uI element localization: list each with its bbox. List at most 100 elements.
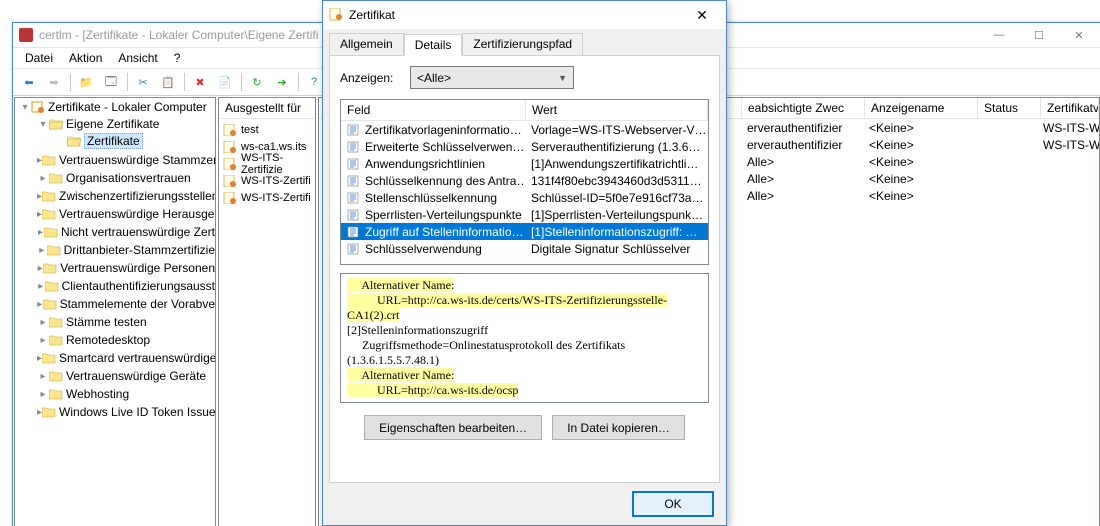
separator [70,73,71,91]
separator [127,73,128,91]
tree-item[interactable]: Remotedesktop [66,333,150,347]
issued-for-pane: Ausgestellt für test ws-ca1.ws.its WS-IT… [218,97,316,526]
tab-body: Anzeigen: <Alle> ▼ Feld Wert Zertifikatv… [329,55,720,483]
menu-file[interactable]: Datei [17,51,61,65]
field-row[interactable]: Zertifikatvorlageninformatio…Vorlage=WS-… [341,121,708,138]
col-template[interactable]: Zertifikatvorlag [1041,98,1099,118]
nav-fwd-button[interactable]: ➡ [42,70,66,94]
certificate-dialog: Zertifikat ✕ Allgemein Details Zertifizi… [322,0,727,526]
folder-icon [49,172,63,184]
tree-item[interactable]: Vertrauenswürdige Stammzer [59,153,216,167]
tree-certs-selected[interactable]: Zertifikate [84,133,143,149]
tab-general[interactable]: Allgemein [329,33,404,55]
export-button[interactable]: 📄 [213,70,237,94]
tree-item[interactable]: Organisationsvertrauen [66,171,191,185]
prop-icon [347,158,361,170]
menu-action[interactable]: Aktion [61,51,110,65]
tree-item[interactable]: Clientauthentifizierungsausst [62,279,215,293]
col-displayname[interactable]: Anzeigename [865,98,978,118]
tree-item[interactable]: Nicht vertrauenswürdige Zert [61,225,215,239]
tree-twisty[interactable]: ▾ [19,102,31,113]
tree-item[interactable]: Smartcard vertrauenswürdige [59,351,216,365]
col-field[interactable]: Feld [341,100,526,120]
list-item[interactable]: test [221,121,313,138]
col-value[interactable]: Wert [526,100,708,120]
tree-twisty[interactable]: ▸ [37,317,49,328]
field-row-selected[interactable]: Zugriff auf Stelleninformatio…[1]Stellen… [341,223,708,240]
list-item[interactable]: WS-ITS-Zertifizie [221,155,313,172]
prop-icon [347,209,361,221]
exportlist-button[interactable]: ➔ [270,70,294,94]
field-row[interactable]: Schlüsselkennung des Antra…131f4f80ebc39… [341,172,708,189]
dialog-close-button[interactable]: ✕ [684,3,720,27]
prop-icon [347,141,361,153]
tree-item[interactable]: Windows Live ID Token Issuer [59,405,216,419]
tree-item[interactable]: Vertrauenswürdige Herausgel [59,207,216,221]
tree-twisty[interactable]: ▸ [37,227,44,238]
cut-button[interactable]: ✂ [131,70,155,94]
delete-button[interactable]: ✖ [188,70,212,94]
field-detail-text[interactable]: Alternativer Name: URL=http://ca.ws-its.… [340,273,709,403]
app-icon [19,28,33,42]
col-purpose[interactable]: eabsichtigte Zwec [742,98,865,118]
menu-view[interactable]: Ansicht [110,51,165,65]
tree-twisty[interactable]: ▸ [37,389,49,400]
tree-pane: ▾ Zertifikate - Lokaler Computer ▾ Eigene … [14,97,216,526]
prop-icon [347,175,361,187]
combo-value: <Alle> [417,71,451,85]
field-row[interactable]: Erweiterte Schlüsselverwen…Serverauthent… [341,138,708,155]
dialog-title: Zertifikat [349,8,684,22]
tab-certpath[interactable]: Zertifizierungspfad [462,33,583,55]
tree-twisty[interactable]: ▸ [37,281,45,292]
refresh-button[interactable]: ↻ [245,70,269,94]
copy-button[interactable]: 📋 [156,70,180,94]
tree-own[interactable]: Eigene Zertifikate [66,117,159,131]
ok-button[interactable]: OK [632,491,714,517]
separator [298,73,299,91]
tree-twisty[interactable]: ▸ [37,371,49,382]
edit-properties-button[interactable]: Eigenschaften bearbeiten… [364,415,542,440]
tree-twisty[interactable]: ▸ [37,173,49,184]
tab-details[interactable]: Details [404,34,463,56]
tree-twisty[interactable]: ▸ [37,335,49,346]
field-row[interactable]: StellenschlüsselkennungSchlüssel-ID=5f0e… [341,189,708,206]
folder-icon [49,388,63,400]
tree-item[interactable]: Vertrauenswürdige Geräte [66,369,206,383]
folder-icon [42,190,56,202]
tree-item[interactable]: Stammelemente der Vorabve [60,297,215,311]
folder-icon [47,244,61,256]
field-row[interactable]: Anwendungsrichtlinien[1]Anwendungszertif… [341,155,708,172]
nav-back-button[interactable]: ⬅ [17,70,41,94]
col-status[interactable]: Status [978,98,1041,118]
copy-to-file-button[interactable]: In Datei kopieren… [552,415,685,440]
prop-icon [347,192,361,204]
tree-twisty[interactable]: ▸ [37,245,47,256]
list-item[interactable]: WS-ITS-Zertifi [221,189,313,206]
up-button[interactable]: 📁 [74,70,98,94]
tree-item[interactable]: Webhosting [66,387,129,401]
list-item[interactable]: WS-ITS-Zertifi [221,172,313,189]
folder-icon [49,334,63,346]
field-row[interactable]: SchlüsselverwendungDigitale Signatur Sch… [341,240,708,257]
cert-root-icon [31,101,45,113]
tree-item[interactable]: Stämme testen [66,315,147,329]
dialog-tabs: Allgemein Details Zertifizierungspfad [323,29,726,55]
cert-icon [223,158,237,170]
tree-item[interactable]: Drittanbieter-Stammzertifizie [64,243,215,257]
tree-root[interactable]: Zertifikate - Lokaler Computer [48,100,207,114]
tree-item[interactable]: Zwischenzertifizierungsstellen [59,189,216,203]
props-button[interactable]: 🗔 [99,70,123,94]
show-combobox[interactable]: <Alle> ▼ [410,66,574,89]
folder-icon [45,280,59,292]
field-row[interactable]: Sperrlisten-Verteilungspunkte[1]Sperrlis… [341,206,708,223]
close-button[interactable]: ✕ [1059,23,1099,47]
fields-body[interactable]: Zertifikatvorlageninformatio…Vorlage=WS-… [341,121,708,261]
maximize-button[interactable]: ☐ [1019,23,1059,47]
issued-for-header[interactable]: Ausgestellt für [219,98,315,119]
tree-item[interactable]: Vertrauenswürdige Personen [60,261,215,275]
prop-icon [347,226,361,238]
minimize-button[interactable]: — [979,23,1019,47]
cert-icon [329,8,343,22]
tree-twisty[interactable]: ▾ [37,119,49,130]
menu-help[interactable]: ? [166,51,189,65]
